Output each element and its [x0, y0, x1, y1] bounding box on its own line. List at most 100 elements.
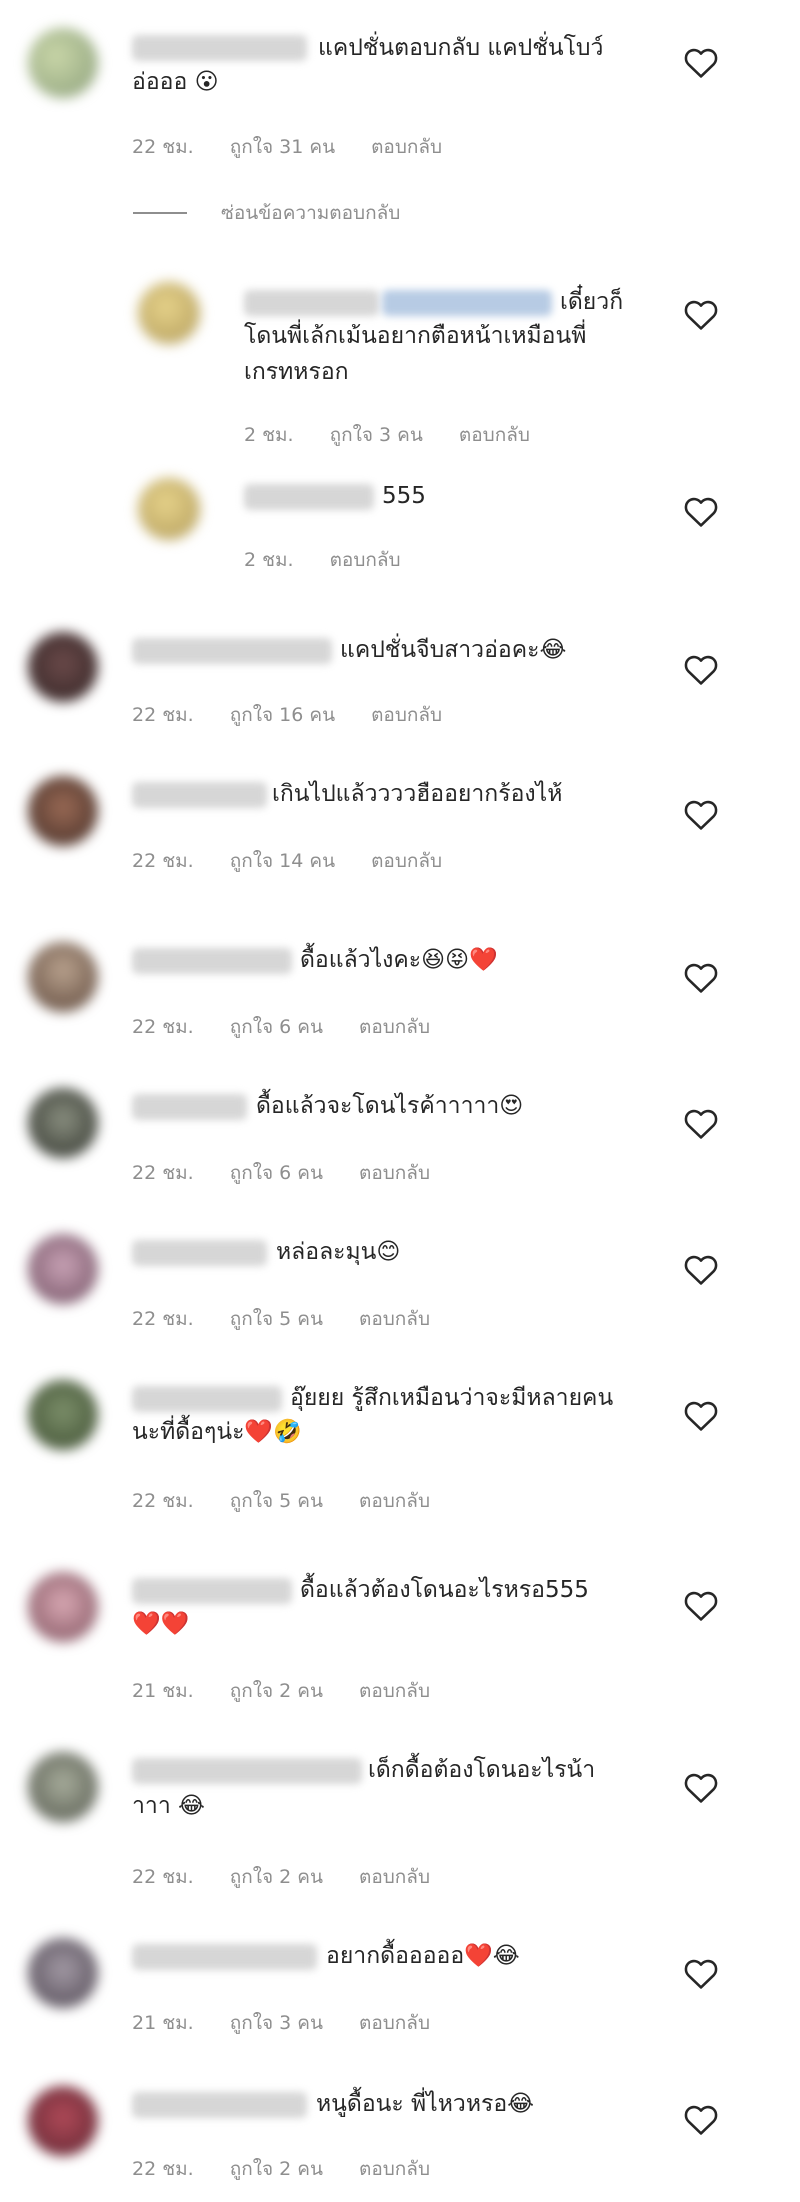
comment-meta: 21 ชม. ถูกใจ 2 คน ตอบกลับ	[132, 1676, 466, 1706]
like-count[interactable]: ถูกใจ 6 คน	[230, 1016, 323, 1038]
avatar[interactable]	[28, 632, 98, 702]
avatar[interactable]	[28, 1234, 98, 1304]
username-blurred[interactable]	[132, 1094, 247, 1120]
like-heart-icon[interactable]	[684, 47, 718, 79]
like-count[interactable]: ถูกใจ 5 คน	[230, 1490, 323, 1512]
like-heart-icon[interactable]	[684, 2104, 718, 2136]
comment-text-line: ดื้อแล้วต้องโดนอะไรหรอ555	[300, 1577, 589, 1603]
comment-time: 22 ชม.	[132, 704, 194, 726]
reply-button[interactable]: ตอบกลับ	[359, 1490, 430, 1512]
like-count[interactable]: ถูกใจ 2 คน	[230, 1680, 323, 1702]
username-blurred[interactable]	[132, 1758, 362, 1784]
username-blurred[interactable]	[132, 638, 332, 664]
username-blurred[interactable]	[132, 1240, 267, 1266]
username-blurred[interactable]	[132, 2092, 307, 2118]
reply-button[interactable]: ตอบกลับ	[359, 1866, 430, 1888]
like-count[interactable]: ถูกใจ 3 คน	[230, 2012, 323, 2034]
comment-text-line: อ่อออ 😮	[132, 69, 219, 95]
comment-time: 22 ชม.	[132, 136, 194, 158]
reply-button[interactable]: ตอบกลับ	[359, 2158, 430, 2180]
reply-button[interactable]: ตอบกลับ	[330, 549, 401, 571]
reply-button[interactable]: ตอบกลับ	[359, 1016, 430, 1038]
like-heart-icon[interactable]	[684, 962, 718, 994]
reply-button[interactable]: ตอบกลับ	[371, 136, 442, 158]
comment-meta: 2 ชม. ตอบกลับ	[244, 545, 437, 575]
comment-text-line: เด็กดื้อต้องโดนอะไรน้า	[368, 1757, 596, 1783]
like-count[interactable]: ถูกใจ 6 คน	[230, 1162, 323, 1184]
comment-time: 22 ชม.	[132, 850, 194, 872]
comment-meta: 22 ชม. ถูกใจ 2 คน ตอบกลับ	[132, 1862, 466, 1892]
username-blurred[interactable]	[244, 484, 374, 510]
comment-meta: 22 ชม. ถูกใจ 31 คน ตอบกลับ	[132, 132, 478, 162]
username-blurred[interactable]	[244, 290, 379, 316]
like-heart-icon[interactable]	[684, 496, 718, 528]
like-heart-icon[interactable]	[684, 1958, 718, 1990]
like-heart-icon[interactable]	[684, 1400, 718, 1432]
comment-meta: 22 ชม. ถูกใจ 14 คน ตอบกลับ	[132, 846, 478, 876]
comment-text-line: หล่อละมุน😊	[276, 1239, 401, 1265]
username-blurred[interactable]	[132, 1386, 282, 1412]
comment-meta: 21 ชม. ถูกใจ 3 คน ตอบกลับ	[132, 2008, 466, 2038]
comment-text-line: หนูดื้อนะ พี่ไหวหรอ😂	[316, 2091, 535, 2117]
like-heart-icon[interactable]	[684, 1254, 718, 1286]
like-count[interactable]: ถูกใจ 16 คน	[230, 704, 335, 726]
comment-text-line: นะที่ดื้อๆน่ะ❤️🤣	[132, 1419, 302, 1445]
comment-time: 22 ชม.	[132, 1016, 194, 1038]
username-blurred[interactable]	[132, 948, 292, 974]
comment-meta: 2 ชม. ถูกใจ 3 คน ตอบกลับ	[244, 420, 566, 450]
comment-text-line: โดนพี่เล้กเม้นอยากตือหน้าเหมือนพี่	[244, 323, 587, 349]
mention-blurred[interactable]	[382, 290, 552, 316]
avatar[interactable]	[28, 28, 98, 98]
avatar[interactable]	[28, 1752, 98, 1822]
comment-text-line: เกินไปแล้ววววฮืออยากร้องไห้	[272, 781, 563, 807]
like-heart-icon[interactable]	[684, 1108, 718, 1140]
avatar[interactable]	[28, 1088, 98, 1158]
avatar[interactable]	[138, 478, 200, 540]
like-count[interactable]: ถูกใจ 14 คน	[230, 850, 335, 872]
comment-time: 21 ชม.	[132, 1680, 194, 1702]
like-heart-icon[interactable]	[684, 1772, 718, 1804]
comment-meta: 22 ชม. ถูกใจ 5 คน ตอบกลับ	[132, 1486, 466, 1516]
hide-replies-label: ซ่อนข้อความตอบกลับ	[221, 202, 401, 224]
comment-text-line: ดื้อแล้วจะโดนไรค้าาาาา😍	[256, 1093, 524, 1119]
username-blurred[interactable]	[132, 35, 307, 61]
username-blurred[interactable]	[132, 782, 267, 808]
avatar[interactable]	[28, 1572, 98, 1642]
like-count[interactable]: ถูกใจ 3 คน	[330, 424, 423, 446]
avatar[interactable]	[28, 776, 98, 846]
comment-time: 2 ชม.	[244, 424, 294, 446]
reply-button[interactable]: ตอบกลับ	[371, 704, 442, 726]
hide-replies-toggle[interactable]: ซ่อนข้อความตอบกลับ	[133, 198, 400, 228]
comment-text-line: อยากดื้อออออ❤️😂	[326, 1943, 520, 1969]
comment-time: 2 ชม.	[244, 549, 294, 571]
like-heart-icon[interactable]	[684, 1590, 718, 1622]
reply-button[interactable]: ตอบกลับ	[359, 1162, 430, 1184]
avatar[interactable]	[28, 2086, 98, 2156]
reply-button[interactable]: ตอบกลับ	[459, 424, 530, 446]
comment-text-line: ❤️❤️	[132, 1611, 190, 1637]
like-heart-icon[interactable]	[684, 799, 718, 831]
reply-button[interactable]: ตอบกลับ	[359, 1308, 430, 1330]
avatar[interactable]	[28, 942, 98, 1012]
username-blurred[interactable]	[132, 1944, 317, 1970]
reply-button[interactable]: ตอบกลับ	[359, 2012, 430, 2034]
like-count[interactable]: ถูกใจ 31 คน	[230, 136, 335, 158]
like-count[interactable]: ถูกใจ 5 คน	[230, 1308, 323, 1330]
comment-meta: 22 ชม. ถูกใจ 2 คน ตอบกลับ	[132, 2154, 466, 2184]
like-heart-icon[interactable]	[684, 299, 718, 331]
reply-button[interactable]: ตอบกลับ	[359, 1680, 430, 1702]
comment-meta: 22 ชม. ถูกใจ 6 คน ตอบกลับ	[132, 1012, 466, 1042]
comment-time: 22 ชม.	[132, 1490, 194, 1512]
comment-time: 22 ชม.	[132, 1162, 194, 1184]
avatar[interactable]	[138, 282, 200, 344]
comment-text-line: 555	[382, 483, 426, 509]
avatar[interactable]	[28, 1938, 98, 2008]
comment-text-line: าาา 😂	[132, 1793, 205, 1819]
like-count[interactable]: ถูกใจ 2 คน	[230, 1866, 323, 1888]
username-blurred[interactable]	[132, 1578, 292, 1604]
like-count[interactable]: ถูกใจ 2 คน	[230, 2158, 323, 2180]
comment-time: 21 ชม.	[132, 2012, 194, 2034]
avatar[interactable]	[28, 1380, 98, 1450]
reply-button[interactable]: ตอบกลับ	[371, 850, 442, 872]
like-heart-icon[interactable]	[684, 654, 718, 686]
